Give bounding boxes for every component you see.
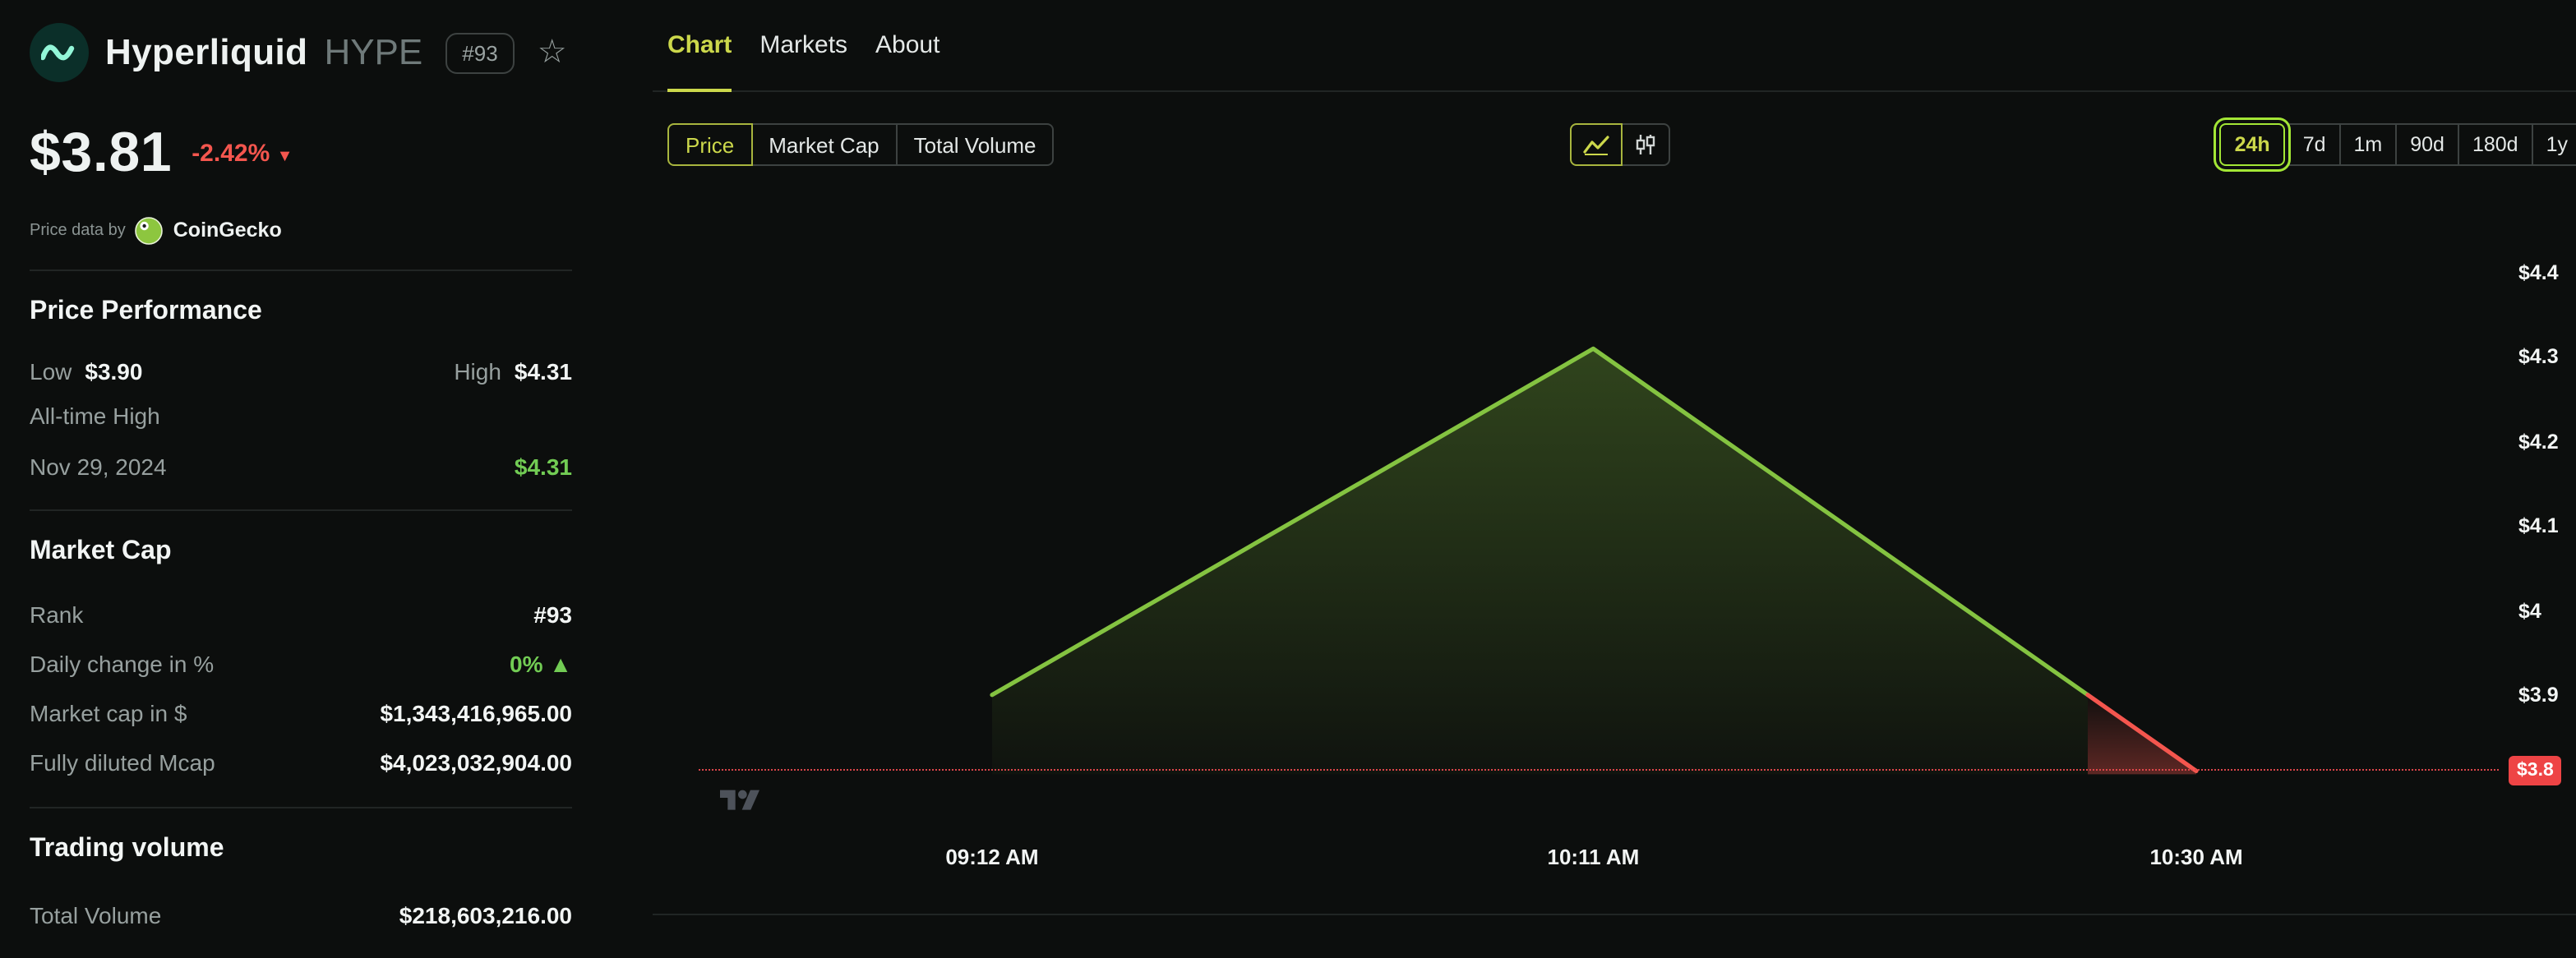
row-label: Rank xyxy=(30,601,84,628)
attribution-prefix: Price data by xyxy=(30,221,126,239)
attribution-brand[interactable]: CoinGecko xyxy=(173,219,282,242)
row-label: Daily change in % xyxy=(30,651,215,677)
row-label: Total Volume xyxy=(30,902,162,928)
metric-toggle: Price Market Cap Total Volume xyxy=(667,123,1055,166)
y-axis-tick: $4.2 xyxy=(2518,430,2559,454)
price-chart xyxy=(699,214,2499,822)
range-button-7d[interactable]: 7d xyxy=(2287,123,2341,166)
down-arrow-icon: ▼ xyxy=(276,147,293,165)
chart-controls: Price Market Cap Total Volume 24h 7d 1m … xyxy=(653,123,2576,166)
section-title-market-cap: Market Cap xyxy=(30,537,172,565)
attribution: Price data by CoinGecko xyxy=(30,215,572,245)
row-value: $1,343,416,965.00 xyxy=(380,700,572,726)
row-value: #93 xyxy=(533,601,572,628)
x-axis-label: 09:12 AM xyxy=(945,845,1039,869)
high-value: $4.31 xyxy=(514,358,572,385)
coin-symbol: HYPE xyxy=(324,31,423,72)
row-label: Market cap in $ xyxy=(30,700,187,726)
line-chart-icon[interactable] xyxy=(1570,123,1623,166)
metric-button-market-cap[interactable]: Market Cap xyxy=(750,123,898,166)
candlestick-icon[interactable] xyxy=(1621,123,1670,166)
metric-button-total-volume[interactable]: Total Volume xyxy=(895,123,1055,166)
sidebar-divider xyxy=(30,269,572,271)
app: Hyperliquid HYPE #93 ☆ $3.81 -2.42% ▼ Pr… xyxy=(0,0,2576,958)
tab-markets[interactable]: Markets xyxy=(759,0,847,92)
range-toggle: 24h 7d 1m 90d 180d 1y xyxy=(2218,123,2576,166)
table-row: Fully diluted Mcap $4,023,032,904.00 xyxy=(30,748,572,777)
tab-about[interactable]: About xyxy=(875,0,939,92)
current-price-badge: $3.8 xyxy=(2509,756,2562,786)
coin-header: Hyperliquid HYPE #93 ☆ xyxy=(30,21,572,84)
current-price: $3.81 xyxy=(30,121,173,183)
hyperliquid-logo xyxy=(30,23,89,82)
y-axis-tick: $4.4 xyxy=(2518,260,2559,284)
coingecko-logo[interactable] xyxy=(135,216,164,244)
ath-label: All-time High xyxy=(30,403,160,429)
y-axis-tick: $4.3 xyxy=(2518,345,2559,369)
ath-row: Nov 29, 2024 $4.31 xyxy=(30,452,572,481)
hyperliquid-wave-icon xyxy=(41,44,75,61)
range-button-1y[interactable]: 1y xyxy=(2531,123,2576,166)
y-axis-tick: $4.1 xyxy=(2518,514,2559,538)
price-line-chart xyxy=(990,346,2199,775)
row-label: Fully diluted Mcap xyxy=(30,749,215,776)
row-value: 0% ▲ xyxy=(510,651,572,677)
sidebar-divider xyxy=(30,509,572,511)
ath-date: Nov 29, 2024 xyxy=(30,454,167,480)
range-button-180d[interactable]: 180d xyxy=(2457,123,2533,166)
tab-chart[interactable]: Chart xyxy=(667,0,732,92)
star-icon[interactable]: ☆ xyxy=(538,36,567,69)
x-axis-label: 10:30 AM xyxy=(2149,845,2243,869)
row-value: $218,603,216.00 xyxy=(399,902,572,928)
table-row: Daily change in % 0% ▲ xyxy=(30,649,572,679)
section-title-price-performance: Price Performance xyxy=(30,297,262,325)
y-axis-tick: $4 xyxy=(2518,599,2541,623)
current-price-dotted-line xyxy=(699,769,2499,771)
low-high-row: Low $3.90 High $4.31 xyxy=(30,357,572,386)
chart-type-toggle xyxy=(1570,123,1670,166)
range-button-90d[interactable]: 90d xyxy=(2395,123,2459,166)
y-axis-tick: $3.9 xyxy=(2518,683,2559,707)
table-row: Total Volume $218,603,216.00 xyxy=(30,900,572,930)
chart-area-up xyxy=(992,348,2088,775)
main-bottom-divider xyxy=(653,914,2576,915)
tradingview-logo[interactable] xyxy=(720,784,759,812)
main-panel: Chart Markets About Price Market Cap Tot… xyxy=(653,0,2576,958)
high-label: High xyxy=(454,358,501,385)
metric-button-price[interactable]: Price xyxy=(667,123,753,166)
section-title-trading-volume: Trading volume xyxy=(30,835,224,863)
price-change: -2.42% ▼ xyxy=(192,139,293,167)
coin-name: Hyperliquid xyxy=(105,31,308,72)
coin-sidebar: Hyperliquid HYPE #93 ☆ $3.81 -2.42% ▼ Pr… xyxy=(30,0,572,930)
low-label: Low xyxy=(30,358,72,385)
x-axis: 09:12 AM 10:11 AM 10:30 AM xyxy=(699,845,2499,871)
y-axis: $3.8 $4.4 $4.3 $4.2 $4.1 $4 $3.9 xyxy=(2509,214,2576,822)
row-value: $4,023,032,904.00 xyxy=(380,749,572,776)
sidebar-divider xyxy=(30,807,572,808)
range-button-1m[interactable]: 1m xyxy=(2338,123,2398,166)
table-row: Market cap in $ $1,343,416,965.00 xyxy=(30,698,572,728)
ath-value: $4.31 xyxy=(514,454,572,480)
x-axis-label: 10:11 AM xyxy=(1547,845,1640,869)
range-button-24h[interactable]: 24h xyxy=(2219,123,2285,166)
tab-bar: Chart Markets About xyxy=(653,0,2576,92)
price-block: $3.81 -2.42% ▼ xyxy=(30,120,572,186)
table-row: Rank #93 xyxy=(30,600,572,629)
low-value: $3.90 xyxy=(85,358,143,385)
rank-badge: #93 xyxy=(445,32,515,73)
